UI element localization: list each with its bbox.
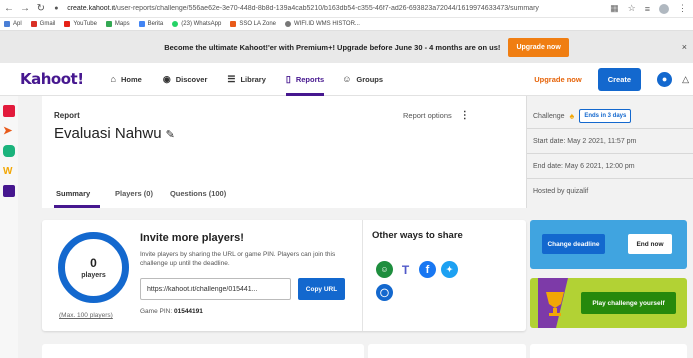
app-purple-icon[interactable] (3, 185, 15, 197)
compass-icon: ◉ (162, 73, 171, 84)
bookmark-gmail[interactable]: Gmail (30, 21, 55, 27)
nav-library[interactable]: ☰ Library (227, 63, 266, 96)
url-field[interactable]: create.kahoot.it/user-reports/challenge/… (67, 5, 604, 12)
card-stub (530, 344, 687, 358)
back-icon[interactable]: ← (4, 3, 14, 14)
report-header: Report Evaluasi Nahwu ✎ Report options ⋮ S… (42, 96, 526, 208)
facebook-icon[interactable]: f (419, 261, 436, 278)
nav-home[interactable]: ⌂ Home (111, 63, 142, 96)
bookmark-wifi[interactable]: WIFI.ID WMS HISTOR... (285, 21, 360, 27)
invite-title: Invite more players! (140, 232, 244, 244)
bar-chart-icon: ▯ (285, 73, 291, 84)
change-deadline-button[interactable]: Change deadline (542, 234, 605, 254)
report-tabs: Summary Players (0) Questions (100) (42, 180, 526, 208)
home-icon: ⌂ (110, 74, 116, 84)
end-now-button[interactable]: End now (628, 234, 672, 254)
twitter-icon[interactable]: ✦ (441, 261, 458, 278)
microsoft-teams-icon[interactable]: T (397, 261, 414, 278)
promo-text: Become the ultimate Kahoot!'er with Prem… (164, 42, 501, 52)
bookmark-whatsapp[interactable]: (23) WhatsApp (172, 21, 221, 27)
max-players-link[interactable]: (Max. 100 players) (59, 312, 113, 319)
bookmark-apps[interactable]: Apl (4, 21, 22, 27)
browser-address-bar: ← → ↻ ● create.kahoot.it/user-reports/ch… (0, 0, 693, 18)
card-stub (368, 344, 526, 358)
trophy-icon: ♠ (569, 111, 575, 121)
bookmark-youtube[interactable]: YouTube (64, 21, 97, 27)
translate-icon[interactable]: ▦ (610, 3, 619, 14)
list-icon: ☰ (227, 73, 236, 84)
tab-summary[interactable]: Summary (54, 180, 100, 208)
end-date: End date: May 6 2021, 12:00 pm (527, 154, 693, 179)
challenge-url-input[interactable] (140, 278, 291, 300)
google-classroom-icon[interactable]: ☺ (376, 261, 393, 278)
top-navigation: Kahoot! ⌂ Home ◉ Discover ☰ Library ▯ Report… (0, 63, 693, 96)
bell-icon[interactable]: △ (682, 74, 689, 85)
deadline-card: Change deadline End now (530, 220, 687, 269)
edit-pencil-icon[interactable]: ✎ (166, 129, 175, 141)
bookmark-maps[interactable]: Maps (105, 21, 130, 27)
player-count-ring: 0 players (58, 232, 129, 303)
app-green-icon[interactable] (3, 145, 15, 157)
app-red-icon[interactable] (3, 105, 15, 117)
share-title: Other ways to share (372, 230, 463, 241)
forward-icon[interactable]: → (20, 3, 30, 14)
challenge-info-panel: Challenge ♠ Ends in 3 days Start date: M… (526, 96, 693, 208)
tab-players[interactable]: Players (0) (115, 180, 153, 208)
game-pin: Game PIN: 01544191 (140, 308, 203, 315)
create-button[interactable]: Create (597, 67, 642, 91)
challenge-row: Challenge ♠ Ends in 3 days (527, 104, 693, 129)
user-avatar-icon[interactable]: ● (657, 71, 673, 87)
bookmark-star-icon[interactable]: ☆ (628, 3, 636, 14)
play-challenge-card: Play challenge yourself (530, 278, 687, 328)
invite-card: 0 players (Max. 100 players) Invite more… (42, 220, 526, 331)
player-count-label: players (81, 272, 106, 279)
lock-icon: ● (54, 5, 59, 12)
promo-upgrade-button[interactable]: Upgrade now (508, 37, 569, 57)
player-count: 0 (90, 256, 97, 270)
promo-banner: Become the ultimate Kahoot!'er with Prem… (0, 31, 693, 63)
nav-reports[interactable]: ▯ Reports (285, 63, 325, 96)
group-icon: ☺ (342, 74, 352, 84)
left-app-rail: ➤ W (0, 96, 18, 358)
trophy-illustration-icon (538, 278, 568, 328)
upgrade-now-link[interactable]: Upgrade now (534, 75, 582, 84)
close-icon[interactable]: × (682, 42, 687, 52)
page-title: Evaluasi Nahwu ✎ (54, 125, 175, 142)
report-options-button[interactable]: Report options ⋮ (403, 110, 470, 121)
play-challenge-button[interactable]: Play challenge yourself (581, 292, 676, 314)
copy-url-button[interactable]: Copy URL (298, 278, 345, 300)
bookmarks-bar: Apl Gmail YouTube Maps Berita (23) Whats… (0, 18, 693, 31)
more-vertical-icon: ⋮ (459, 110, 470, 121)
nav-groups[interactable]: ☺ Groups (342, 63, 383, 96)
ends-in-badge: Ends in 3 days (579, 109, 632, 123)
remind-icon[interactable]: ◯ (376, 284, 393, 301)
invite-description: Invite players by sharing the URL or gam… (140, 251, 336, 267)
start-date: Start date: May 2 2021, 11:57 pm (527, 129, 693, 154)
tab-questions[interactable]: Questions (100) (170, 180, 226, 208)
app-arrow-icon[interactable]: ➤ (3, 125, 15, 137)
nav-discover[interactable]: ◉ Discover (163, 63, 208, 96)
playlist-icon[interactable]: ≡ (645, 4, 650, 14)
app-w-icon[interactable]: W (3, 166, 15, 178)
reload-icon[interactable]: ↻ (36, 3, 46, 14)
kahoot-logo[interactable]: Kahoot! (20, 70, 84, 88)
divider (362, 220, 363, 331)
profile-icon[interactable] (659, 3, 670, 14)
bookmark-berita[interactable]: Berita (138, 21, 163, 27)
menu-icon[interactable]: ⋮ (678, 3, 687, 14)
card-stub (42, 344, 364, 358)
bookmark-sso[interactable]: SSO LA Zone (230, 21, 276, 27)
breadcrumb[interactable]: Report (54, 111, 80, 120)
hosted-by: Hosted by quizalif (533, 188, 589, 195)
